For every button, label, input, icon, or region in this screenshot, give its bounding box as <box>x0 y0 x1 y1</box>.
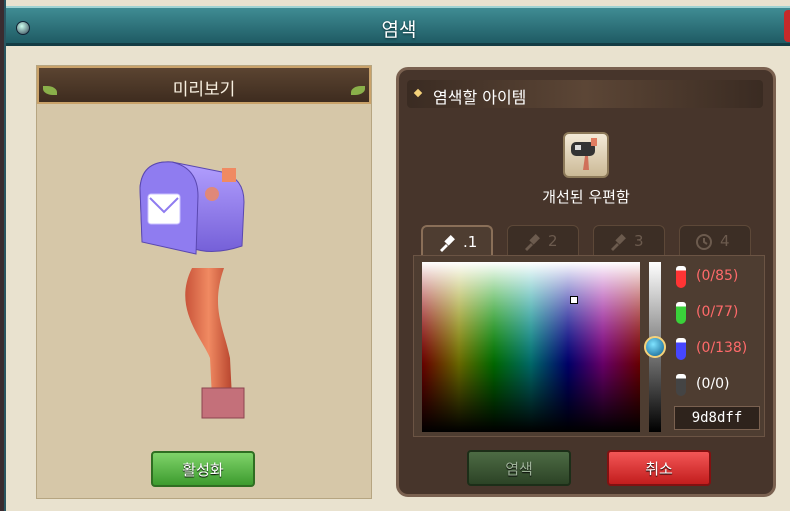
tab-label: .1 <box>463 233 478 251</box>
color-spectrum[interactable] <box>422 262 640 432</box>
tab-label: 3 <box>634 232 644 250</box>
black-channel-value: (0/0) <box>696 376 730 392</box>
item-slot[interactable] <box>563 132 609 178</box>
tab-label: 4 <box>720 232 730 250</box>
diamond-bullet-icon <box>413 88 423 98</box>
activate-button[interactable]: 활성화 <box>151 451 255 487</box>
title-bar[interactable]: 염색 <box>6 6 790 46</box>
mailbox-preview-image <box>139 161 245 419</box>
black-channel: (0/0) <box>672 372 760 398</box>
color-picker: (0/85) (0/77) (0/138) (0/0) 9d8dff <box>413 255 765 437</box>
tab-dye-1[interactable]: .1 <box>421 225 493 259</box>
spectrum-cursor[interactable] <box>570 296 578 304</box>
brush-icon <box>525 234 540 251</box>
red-channel: (0/85) <box>672 264 760 290</box>
dye-panel: 염색할 아이템 개선된 우편함 .1 2 3 4 (0/85) (0/77) (… <box>396 67 776 497</box>
tab-dye-3[interactable]: 3 <box>593 225 665 257</box>
item-name: 개선된 우편함 <box>542 188 630 206</box>
red-channel-value: (0/85) <box>696 268 739 284</box>
preview-title: 미리보기 <box>172 80 236 100</box>
mailbox-icon <box>571 138 597 170</box>
brush-icon <box>611 234 626 251</box>
green-vial-icon <box>676 302 686 324</box>
cancel-button[interactable]: 취소 <box>607 450 711 486</box>
green-channel-value: (0/77) <box>696 304 739 320</box>
green-channel: (0/77) <box>672 300 760 326</box>
blue-vial-icon <box>676 338 686 360</box>
tab-label: 2 <box>548 232 558 250</box>
close-button[interactable] <box>784 10 790 42</box>
black-vial-icon <box>676 374 686 396</box>
brush-icon <box>440 235 455 252</box>
dye-item-header: 염색할 아이템 <box>407 80 763 108</box>
preview-panel: 미리보기 활성화 <box>36 65 372 499</box>
hex-color-input[interactable]: 9d8dff <box>674 406 760 430</box>
blue-channel-value: (0/138) <box>696 340 748 356</box>
blue-channel: (0/138) <box>672 336 760 362</box>
tab-dye-2[interactable]: 2 <box>507 225 579 257</box>
tab-history[interactable]: 4 <box>679 225 751 257</box>
brightness-slider-knob[interactable] <box>644 336 666 358</box>
red-vial-icon <box>676 266 686 288</box>
window-title: 염색 <box>381 19 417 41</box>
dye-item-header-label: 염색할 아이템 <box>433 88 527 107</box>
dye-button[interactable]: 염색 <box>467 450 571 486</box>
preview-header: 미리보기 <box>37 66 371 104</box>
dye-window: 염색 미리보기 활성화 염색할 아이템 개선된 우편함 .1 2 3 4 (0/… <box>4 0 790 511</box>
history-icon <box>696 234 712 250</box>
